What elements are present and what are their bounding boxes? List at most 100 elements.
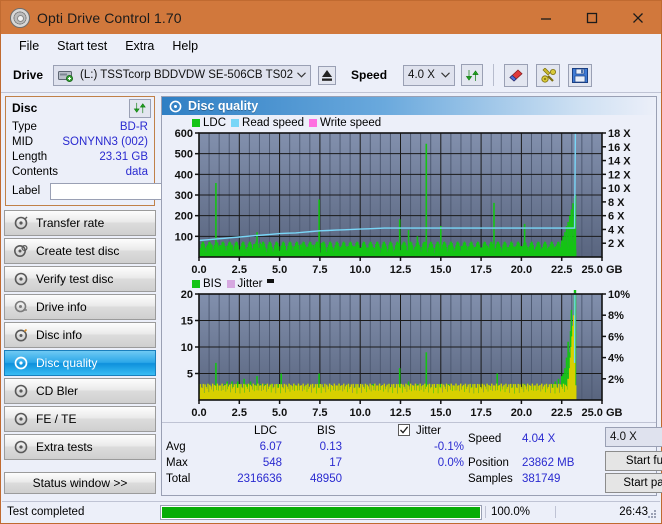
tools-button[interactable] bbox=[536, 63, 561, 87]
app-window: Opti Drive Control 1.70 File Start test … bbox=[0, 0, 662, 524]
svg-text:6 X: 6 X bbox=[608, 211, 625, 223]
speed-select[interactable]: 4.0 X bbox=[403, 64, 456, 86]
sidebar-item-label: Transfer rate bbox=[36, 216, 105, 230]
erase-button[interactable] bbox=[504, 63, 529, 87]
svg-text:600: 600 bbox=[175, 129, 193, 140]
svg-text:12.5: 12.5 bbox=[390, 407, 411, 419]
svg-text:5: 5 bbox=[187, 369, 193, 381]
panel-title: Disc quality bbox=[188, 99, 259, 113]
svg-text:17.5: 17.5 bbox=[470, 407, 491, 419]
disc-group: Disc Type BD-R MID SONYNN3 (002) Length … bbox=[5, 96, 254, 206]
start-full-button[interactable]: Start full bbox=[605, 451, 662, 471]
menu-file[interactable]: File bbox=[10, 36, 48, 56]
svg-text:12 X: 12 X bbox=[608, 169, 631, 181]
progress-percent: 100.0% bbox=[485, 506, 555, 518]
samples-stat-value: 381749 bbox=[522, 473, 561, 485]
sidebar-item-verify-test-disc[interactable]: Verify test disc bbox=[4, 266, 156, 292]
stats-row-avg: Avg bbox=[166, 441, 186, 453]
svg-text:500: 500 bbox=[175, 149, 193, 161]
stats-ldc-max: 548 bbox=[262, 457, 282, 469]
svg-text:400: 400 bbox=[175, 169, 193, 181]
bis-chart: 5 10 15 20 2% 4% 6% 8% 10% 0.0 2.5 5.0 7.5 10.0 12.5 15… bbox=[162, 290, 649, 422]
stats-ldc-total: 2316636 bbox=[237, 473, 282, 485]
start-part-button[interactable]: Start part bbox=[605, 473, 662, 493]
menu-extra[interactable]: Extra bbox=[116, 36, 163, 56]
svg-text:10%: 10% bbox=[608, 290, 630, 301]
svg-text:25.0 GB: 25.0 GB bbox=[582, 407, 623, 419]
drive-select[interactable]: (L:) TSSTcorp BDDVDW SE-506CB TS02 bbox=[53, 64, 312, 86]
sidebar-nav: Transfer rate Create test disc Verify te… bbox=[4, 210, 156, 460]
svg-text:15.0: 15.0 bbox=[430, 264, 451, 276]
legend-swatch-bis bbox=[192, 280, 200, 288]
disc-row-type: Type BD-R bbox=[6, 119, 154, 134]
disc-refresh-button[interactable] bbox=[129, 98, 151, 118]
refresh-speed-button[interactable] bbox=[461, 64, 484, 86]
sidebar-item-label: Create test disc bbox=[36, 244, 120, 258]
svg-text:2.5: 2.5 bbox=[232, 407, 247, 419]
window-controls bbox=[523, 1, 661, 34]
sidebar-item-disc-quality[interactable]: Disc quality bbox=[4, 350, 156, 376]
disc-quality-icon bbox=[10, 356, 32, 370]
svg-text:14 X: 14 X bbox=[608, 156, 631, 168]
legend-label-bis: BIS bbox=[203, 278, 222, 290]
svg-text:2 X: 2 X bbox=[608, 238, 625, 250]
svg-text:0.0: 0.0 bbox=[191, 264, 206, 276]
disc-icon bbox=[10, 300, 32, 314]
stats-row-max: Max bbox=[166, 457, 188, 469]
maximize-button[interactable] bbox=[569, 1, 615, 34]
menu-bar: File Start test Extra Help bbox=[1, 34, 661, 58]
speed-value: 4.0 X bbox=[408, 69, 435, 81]
disc-icon bbox=[10, 272, 32, 286]
test-speed-select[interactable]: 4.0 X bbox=[605, 427, 662, 447]
close-button[interactable] bbox=[615, 1, 661, 34]
stats-col-ldc: LDC bbox=[254, 425, 278, 437]
disc-icon bbox=[10, 412, 32, 426]
save-button[interactable] bbox=[568, 63, 593, 87]
jitter-marker-icon bbox=[267, 278, 275, 283]
svg-text:10.0: 10.0 bbox=[349, 264, 370, 276]
jitter-label: Jitter bbox=[416, 425, 441, 437]
legend-label-read-speed: Read speed bbox=[242, 117, 305, 129]
sidebar-item-create-test-disc[interactable]: Create test disc bbox=[4, 238, 156, 264]
bis-chart-legend: BIS Jitter bbox=[192, 278, 275, 290]
resize-grip[interactable] bbox=[648, 510, 657, 519]
sidebar-item-cd-bler[interactable]: CD Bler bbox=[4, 378, 156, 404]
window-title: Opti Drive Control 1.70 bbox=[37, 9, 182, 26]
status-window-button[interactable]: Status window >> bbox=[4, 472, 156, 494]
menu-start-test[interactable]: Start test bbox=[48, 36, 116, 56]
main-body: Disc Type BD-R MID SONYNN3 (002) Length … bbox=[1, 93, 662, 501]
svg-text:200: 200 bbox=[175, 211, 193, 223]
legend-label-ldc: LDC bbox=[203, 117, 227, 129]
sidebar-item-extra-tests[interactable]: Extra tests bbox=[4, 434, 156, 460]
drive-icon bbox=[58, 69, 74, 82]
sidebar-item-drive-info[interactable]: Drive info bbox=[4, 294, 156, 320]
eject-button[interactable] bbox=[315, 64, 339, 86]
bis-chart-svg: 5 10 15 20 2% 4% 6% 8% 10% 0.0 2.5 5.0 7.5 10.0 12.5 15… bbox=[181, 290, 630, 419]
menu-help[interactable]: Help bbox=[163, 36, 207, 56]
speed-label: Speed bbox=[351, 68, 388, 82]
svg-text:300: 300 bbox=[175, 190, 193, 202]
svg-text:8%: 8% bbox=[608, 310, 624, 322]
svg-text:25.0 GB: 25.0 GB bbox=[582, 264, 623, 276]
disc-row-mid: MID SONYNN3 (002) bbox=[6, 134, 154, 149]
svg-text:100: 100 bbox=[175, 231, 193, 243]
legend-item-jitter: Jitter bbox=[226, 278, 262, 290]
sidebar-item-disc-info[interactable]: Disc info bbox=[4, 322, 156, 348]
speed-stat-label: Speed bbox=[468, 433, 502, 445]
jitter-checkbox[interactable] bbox=[398, 424, 410, 436]
disc-contents-label: Contents bbox=[12, 165, 59, 178]
disc-group-header: Disc bbox=[6, 97, 154, 119]
stats-bis-max: 17 bbox=[329, 457, 342, 469]
svg-text:5.0: 5.0 bbox=[272, 264, 287, 276]
svg-text:8 X: 8 X bbox=[608, 197, 625, 209]
samples-stat-label: Samples bbox=[468, 473, 513, 485]
minimize-button[interactable] bbox=[523, 1, 569, 34]
disc-length-value: 23.31 GB bbox=[99, 150, 148, 163]
svg-text:10.0: 10.0 bbox=[349, 407, 370, 419]
sidebar-item-transfer-rate[interactable]: Transfer rate bbox=[4, 210, 156, 236]
legend-item-write-speed: Write speed bbox=[309, 117, 381, 129]
sidebar-item-fe-te[interactable]: FE / TE bbox=[4, 406, 156, 432]
svg-text:5.0: 5.0 bbox=[272, 407, 287, 419]
disc-type-value: BD-R bbox=[119, 120, 148, 133]
svg-text:10: 10 bbox=[181, 342, 193, 354]
